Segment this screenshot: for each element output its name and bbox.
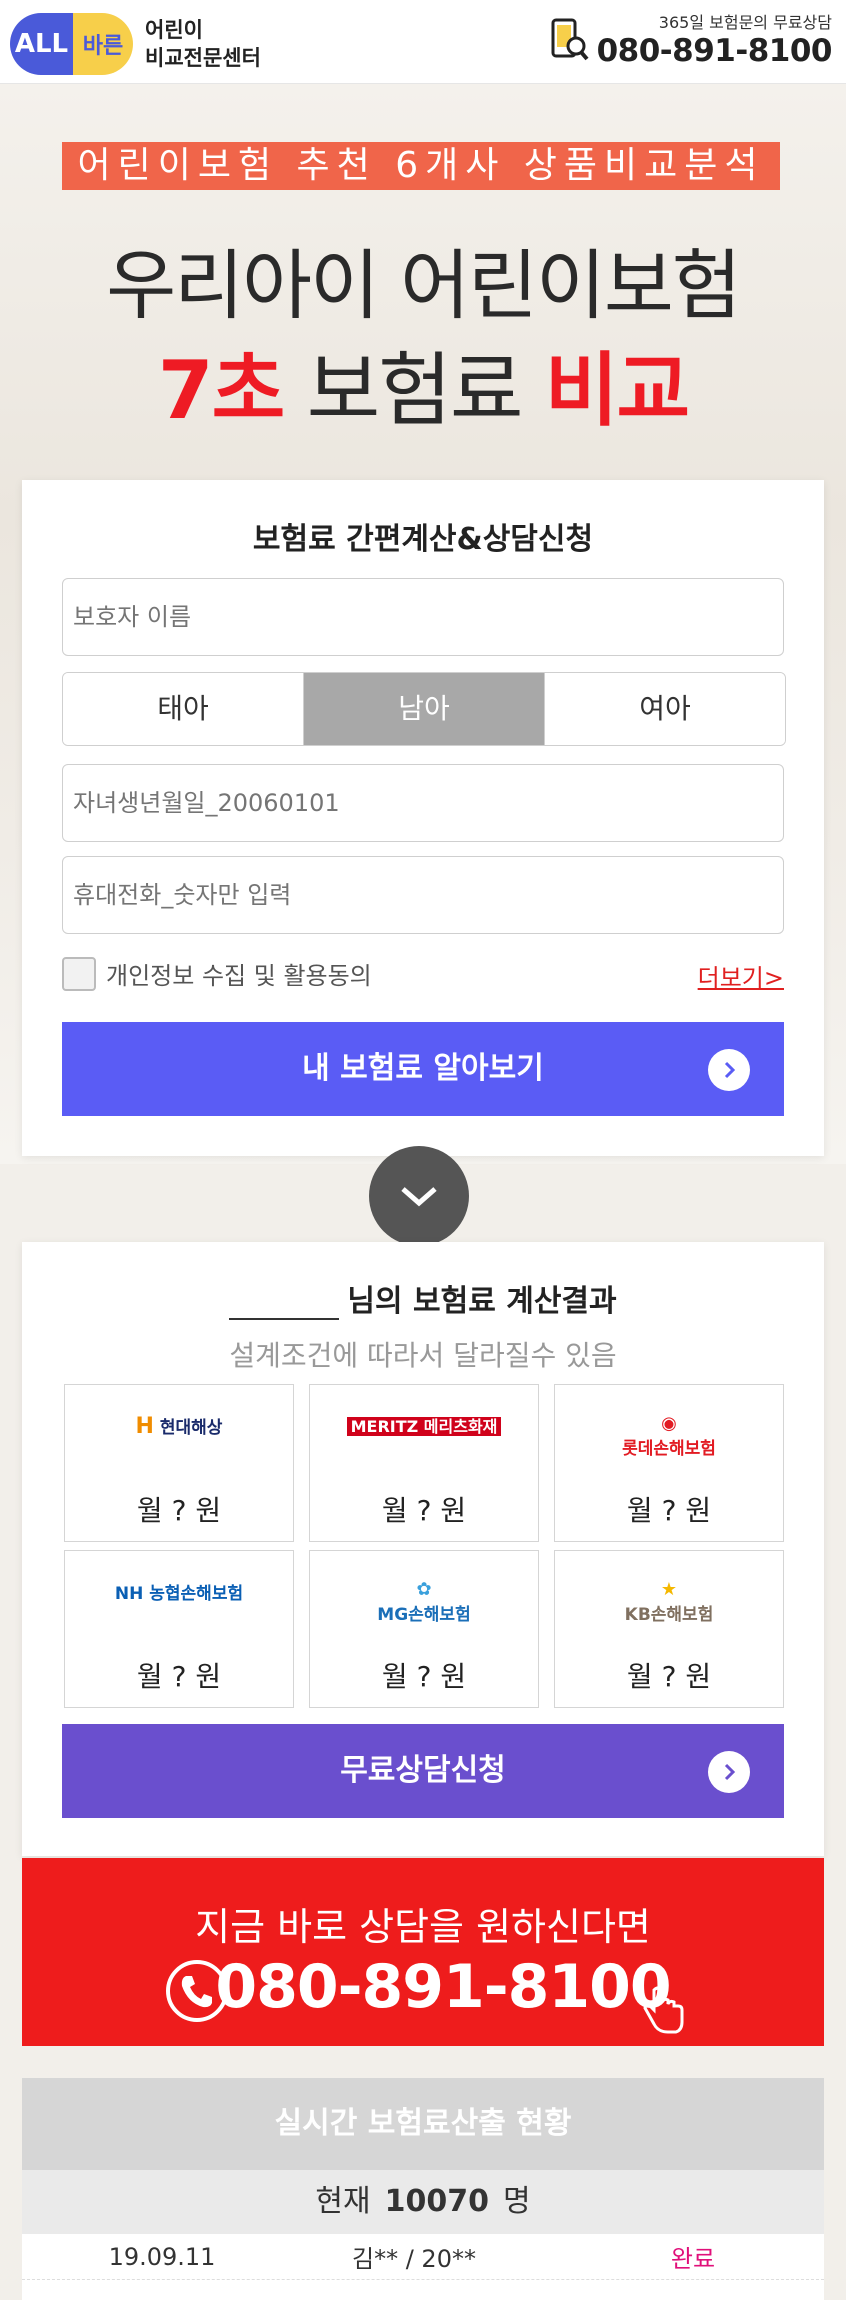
status-count: 현재 10070 명 (22, 2170, 824, 2234)
result-title: 님의 보험료 계산결과 (22, 1276, 824, 1320)
segment-boy[interactable]: 남아 (304, 673, 545, 745)
logo-all-text: ALL (10, 13, 73, 75)
insurer-tile[interactable]: ✿ MG손해보험 월 ? 원 (309, 1550, 539, 1708)
phone-subtitle: 365일 보험문의 무료상담 (658, 13, 832, 32)
scroll-down-button[interactable] (369, 1146, 469, 1246)
pointer-hand-icon (640, 1986, 688, 2038)
lotte-logo: ◉ 롯데손해보험 (622, 1413, 716, 1459)
hero-title-seconds: 7초 (157, 344, 285, 437)
free-consult-label: 무료상담신청 (340, 1753, 506, 1788)
chevron-right-icon (708, 1751, 750, 1793)
call-subtitle: 지금 바로 상담을 원하신다면 (195, 1905, 651, 1949)
quote-form-card: 보험료 간편계산&상담신청 태아 남아 여아 개인정보 수집 및 활용동의 더보… (22, 480, 824, 1156)
status-count-number: 10070 (384, 2184, 489, 2219)
segment-girl[interactable]: 여아 (545, 673, 785, 745)
insurer-tile[interactable]: NH 농협손해보험 월 ? 원 (64, 1550, 294, 1708)
privacy-more-link[interactable]: 더보기> (698, 958, 784, 993)
row-date: 19.09.11 (108, 2242, 216, 2271)
guardian-name-input[interactable] (62, 578, 784, 656)
kb-logo: ★ KB손해보험 (624, 1579, 714, 1625)
segment-fetus[interactable]: 태아 (63, 673, 304, 745)
site-header: ALL 바른 어린이 비교전문센터 365일 보험문의 무료상담 080-891… (0, 0, 846, 84)
status-title: 실시간 보험료산출 현황 (22, 2078, 824, 2170)
insurer-price: 월 ? 원 (136, 1660, 222, 1693)
insurer-price: 월 ? 원 (381, 1660, 467, 1693)
insurer-tile[interactable]: ◉ 롯데손해보험 월 ? 원 (554, 1384, 784, 1542)
mobile-phone-input[interactable] (62, 856, 784, 934)
child-type-selector: 태아 남아 여아 (62, 672, 786, 746)
row-name: 김** / 20** (352, 2245, 476, 2273)
hero-title-line1: 우리아이 어린이보험 (106, 241, 741, 330)
header-phone[interactable]: 365일 보험문의 무료상담 080-891-8100 (549, 12, 833, 69)
chevron-right-icon (708, 1049, 750, 1091)
status-count-suffix: 명 (502, 2184, 531, 2219)
insurer-tile[interactable]: ★ KB손해보험 월 ? 원 (554, 1550, 784, 1708)
result-title-text: 님의 보험료 계산결과 (347, 1284, 617, 1319)
hero-title-middle: 보험료 (283, 344, 545, 437)
row-state: 완료 (670, 2245, 716, 2273)
insurer-price: 월 ? 원 (136, 1494, 222, 1527)
logo-badge: ALL 바른 (10, 13, 133, 75)
hyundai-logo: H 현대해상 (135, 1414, 223, 1439)
hero-title-compare: 비교 (544, 344, 690, 437)
table-row: 19.09.11 김** / 20** 완료 (22, 2234, 824, 2280)
privacy-consent: 개인정보 수집 및 활용동의 (62, 956, 372, 991)
call-number: 080-891-8100 (215, 1952, 671, 2022)
hero-band: 어린이보험 추천 6개사 상품비교분석 (62, 142, 780, 190)
insurer-tile[interactable]: MERITZ 메리츠화재 월 ? 원 (309, 1384, 539, 1542)
check-premium-button[interactable]: 내 보험료 알아보기 (62, 1022, 784, 1116)
phone-number: 080-891-8100 (596, 33, 833, 69)
privacy-consent-label: 개인정보 수집 및 활용동의 (106, 962, 372, 990)
brand-line-2: 비교전문센터 (145, 46, 261, 70)
privacy-consent-checkbox[interactable] (62, 956, 96, 991)
nh-logo: NH 농협손해보험 (114, 1584, 244, 1604)
form-title: 보험료 간편계산&상담신청 (252, 522, 594, 557)
insurer-price: 월 ? 원 (381, 1494, 467, 1527)
hero-title-line2: 7초 보험료 비교 (0, 326, 846, 442)
insurer-tile[interactable]: H 현대해상 월 ? 원 (64, 1384, 294, 1542)
site-logo[interactable]: ALL 바른 어린이 비교전문센터 (10, 13, 261, 75)
check-premium-label: 내 보험료 알아보기 (302, 1051, 544, 1086)
phone-search-icon (549, 18, 589, 62)
mg-logo: ✿ MG손해보험 (377, 1579, 471, 1625)
insurer-price: 월 ? 원 (626, 1660, 712, 1693)
insurer-price: 월 ? 원 (626, 1494, 712, 1527)
name-blank (229, 1290, 340, 1320)
result-subtitle: 설계조건에 따라서 달라질수 있음 (229, 1339, 617, 1372)
free-consult-button[interactable]: 무료상담신청 (62, 1724, 784, 1818)
status-count-prefix: 현재 (315, 2184, 371, 2219)
brand-name: 어린이 비교전문센터 (145, 16, 261, 72)
call-banner[interactable]: 지금 바로 상담을 원하신다면 080-891-8100 (22, 1858, 824, 2046)
child-birthdate-input[interactable] (62, 764, 784, 842)
meritz-logo: MERITZ 메리츠화재 (310, 1413, 538, 1437)
chevron-down-icon (401, 1187, 437, 1207)
realtime-status: 실시간 보험료산출 현황 현재 10070 명 19.09.11 김** / 20*… (22, 2078, 824, 2300)
logo-bareun-text: 바른 (73, 13, 133, 75)
brand-line-1: 어린이 (145, 18, 203, 42)
result-card: 님의 보험료 계산결과 설계조건에 따라서 달라질수 있음 H 현대해상 월 ?… (22, 1242, 824, 1856)
